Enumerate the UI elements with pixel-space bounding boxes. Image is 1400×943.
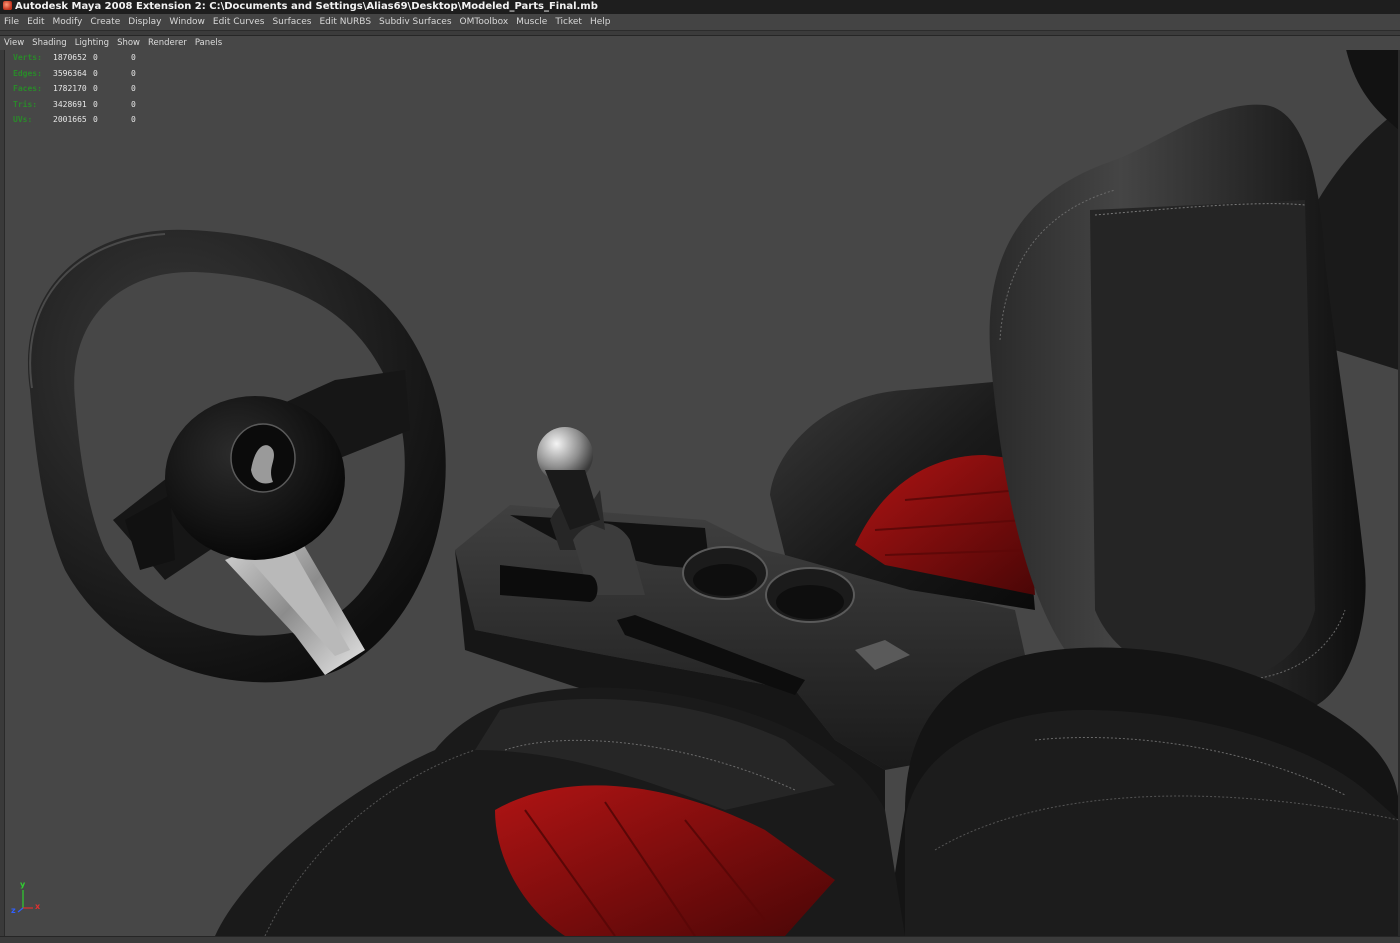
steering-wheel (27, 229, 446, 683)
axis-x-label: x (35, 902, 41, 911)
hud-row-edges: Edges: 3596364 0 0 (13, 68, 136, 78)
title-bar: Autodesk Maya 2008 Extension 2: C:\Docum… (0, 0, 1400, 14)
menu-edit-curves[interactable]: Edit Curves (209, 14, 269, 30)
hud-row-verts: Verts: 1870652 0 0 (13, 53, 136, 62)
panel-menu-shading[interactable]: Shading (28, 36, 71, 50)
poly-count-hud: Verts: 1870652 0 0 Edges: 3596364 0 0 Faces: 17… (13, 50, 151, 128)
hud-row-uvs: UVs: 2001665 0 0 (13, 115, 136, 124)
menu-edit[interactable]: Edit (23, 14, 48, 30)
hud-row-tris: Tris: 3428691 0 0 (13, 99, 136, 109)
panel-menu-show[interactable]: Show (113, 36, 144, 50)
menu-display[interactable]: Display (124, 14, 165, 30)
menu-help[interactable]: Help (586, 14, 615, 30)
menu-omtoolbox[interactable]: OMToolbox (456, 14, 513, 30)
menu-ticket[interactable]: Ticket (551, 14, 586, 30)
panel-menu-bar: View Shading Lighting Show Renderer Panels (0, 36, 1400, 50)
maya-icon[interactable] (3, 1, 12, 10)
panel-menu-renderer[interactable]: Renderer (144, 36, 191, 50)
view-axis-indicator: y x z (11, 880, 51, 916)
panel-menu-lighting[interactable]: Lighting (71, 36, 113, 50)
axis-lines (17, 890, 33, 913)
menu-window[interactable]: Window (165, 14, 209, 30)
viewport-scene (27, 50, 1399, 936)
panel-menu-view[interactable]: View (0, 36, 28, 50)
panel-menu-panels[interactable]: Panels (191, 36, 226, 50)
seat-headrest (989, 104, 1366, 716)
main-menu-bar: File Edit Modify Create Display Window Edit Cu… (0, 14, 1400, 31)
menu-muscle[interactable]: Muscle (512, 14, 551, 30)
menu-modify[interactable]: Modify (49, 14, 87, 30)
menu-surfaces[interactable]: Surfaces (268, 14, 315, 30)
axis-y-label: y (20, 880, 26, 889)
hud-row-faces: Faces: 1782170 0 0 (13, 84, 136, 93)
window-title: Autodesk Maya 2008 Extension 2: C:\Docum… (15, 1, 598, 12)
axis-z-label: z (11, 906, 16, 915)
perspective-viewport[interactable]: Verts: 1870652 0 0 Edges: 3596364 0 0 Faces: 17… (4, 50, 1399, 936)
menu-file[interactable]: File (0, 14, 23, 30)
menu-create[interactable]: Create (86, 14, 124, 30)
menu-edit-nurbs[interactable]: Edit NURBS (315, 14, 375, 30)
menu-subdiv-surfaces[interactable]: Subdiv Surfaces (375, 14, 456, 30)
